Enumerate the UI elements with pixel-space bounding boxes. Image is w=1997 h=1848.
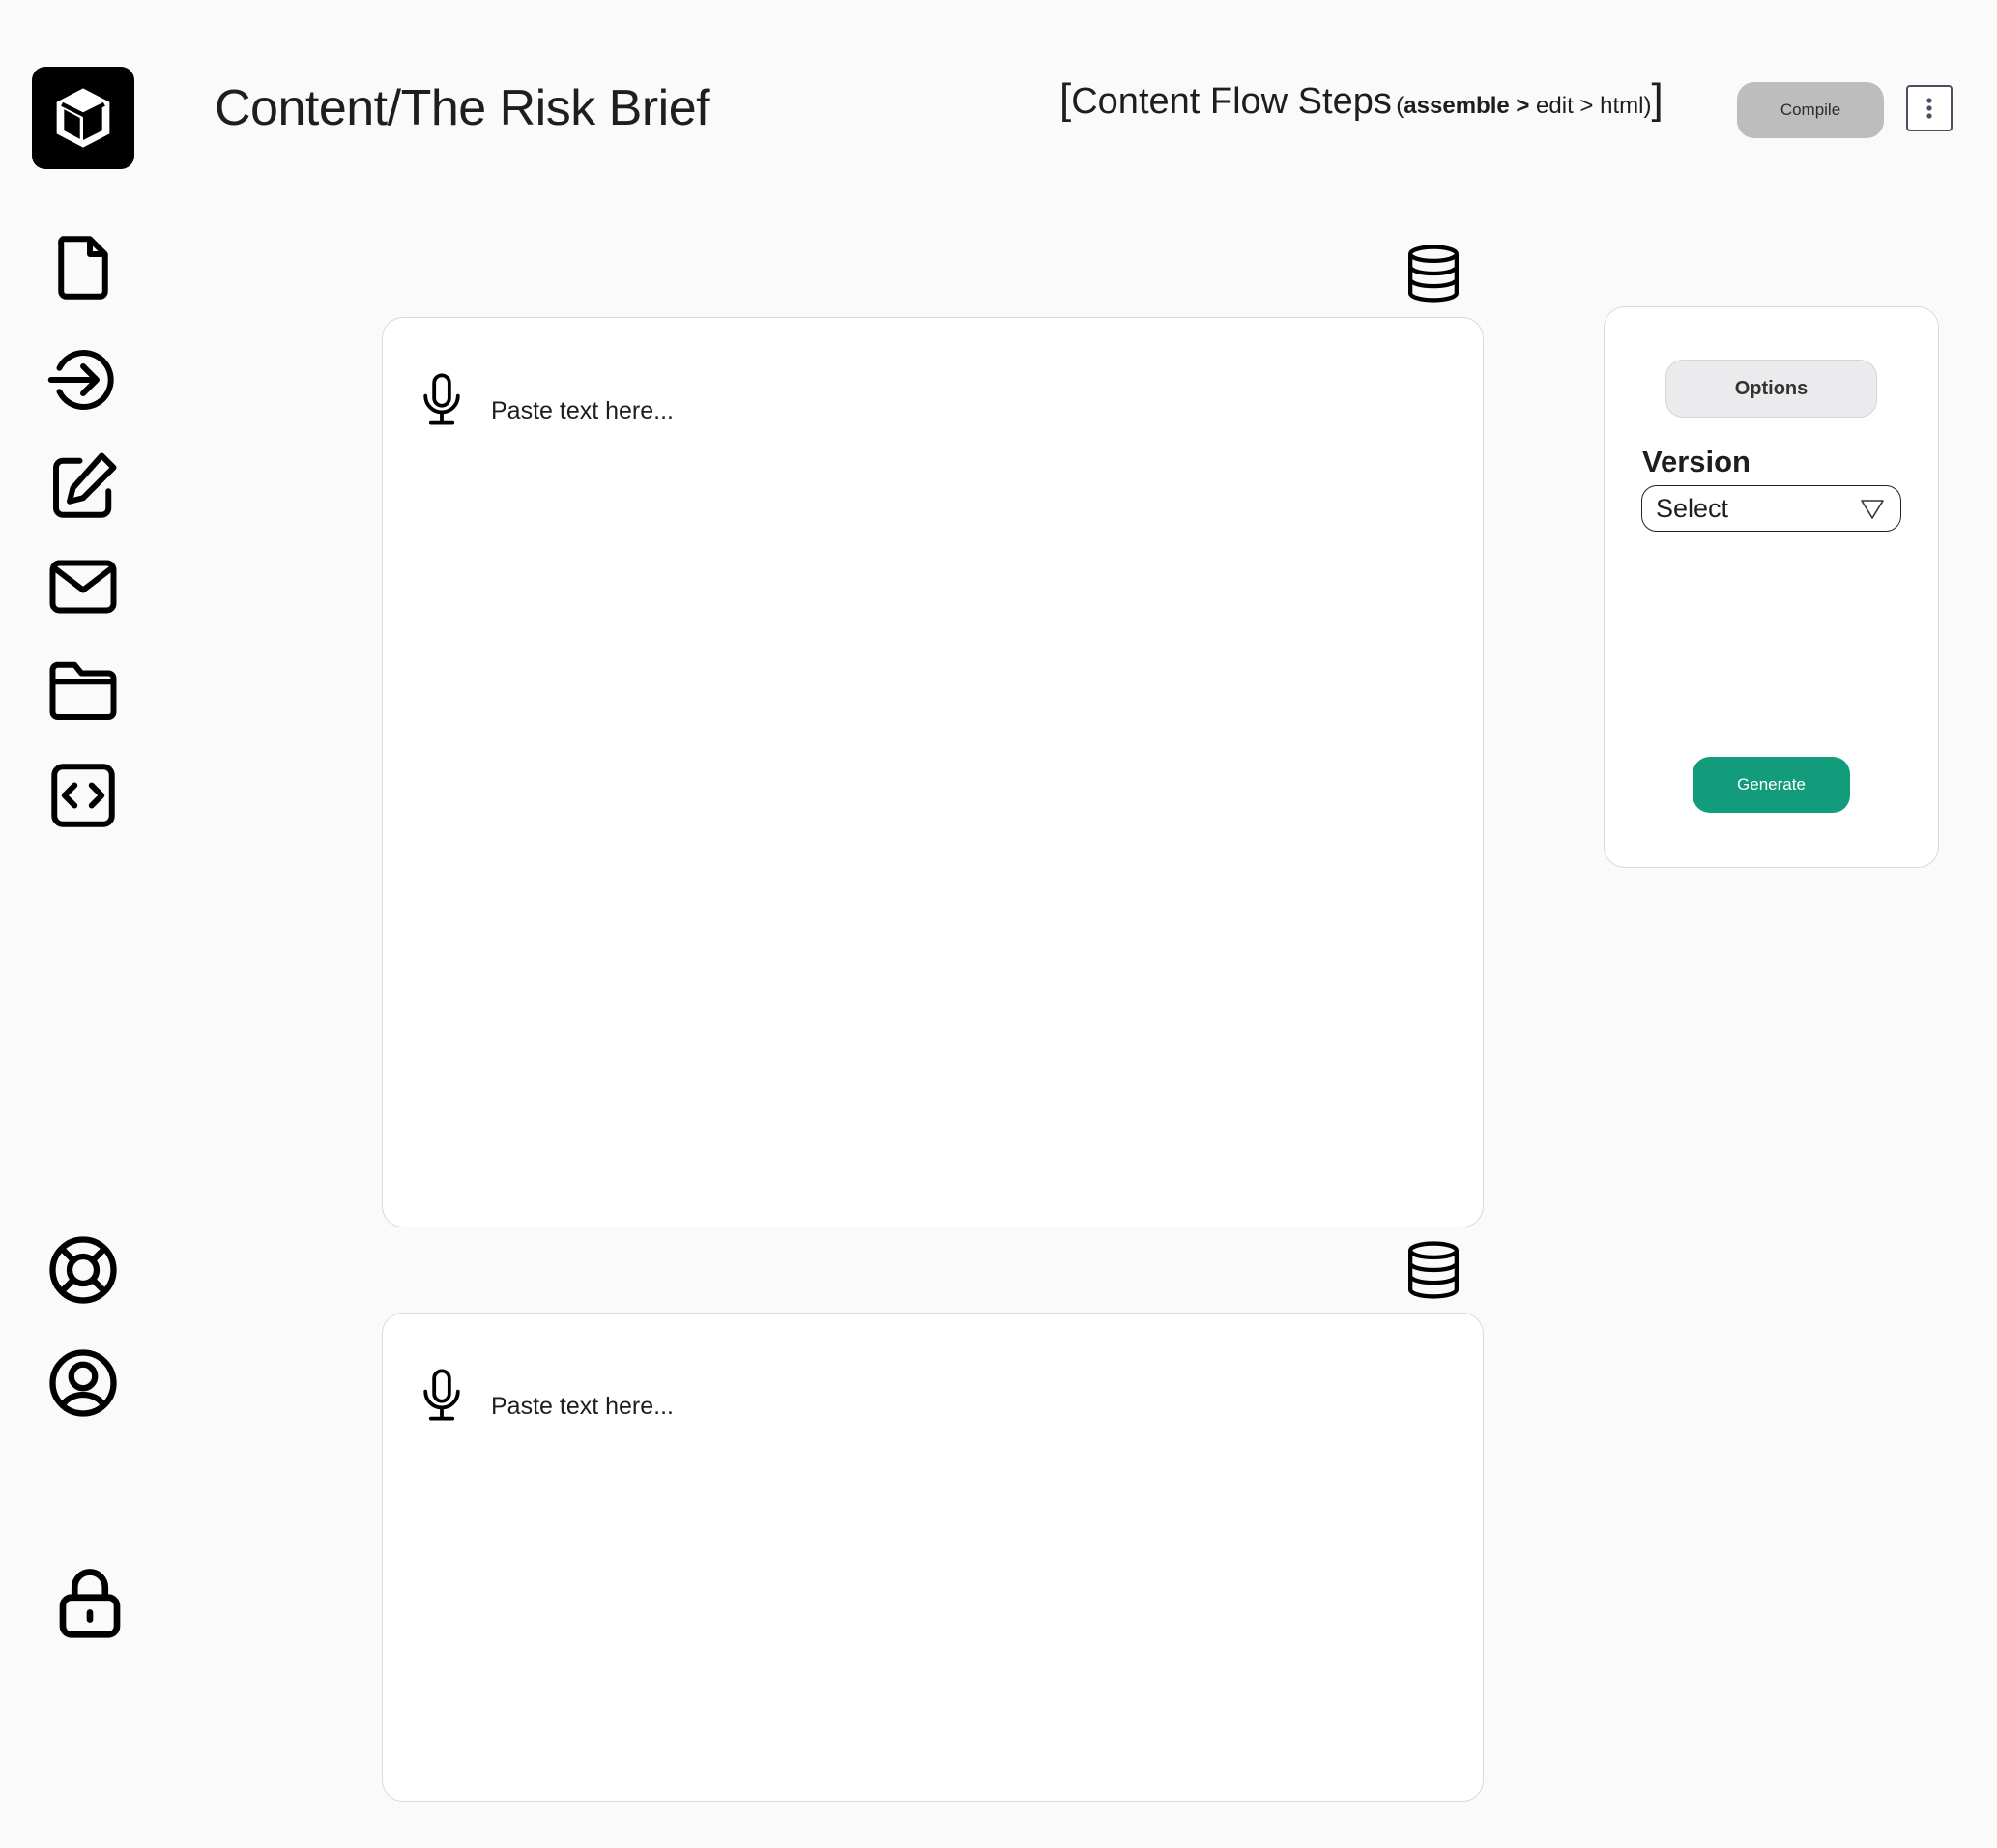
version-select-value: Select	[1656, 493, 1729, 523]
kebab-vertical-icon	[1926, 98, 1932, 119]
editor-panel-primary	[382, 317, 1484, 1227]
sidebar-item-lock[interactable]	[45, 1558, 134, 1647]
database-icon[interactable]	[1405, 1240, 1462, 1300]
options-button[interactable]: Options	[1665, 360, 1877, 418]
sidebar-item-help[interactable]	[39, 1226, 128, 1314]
lifebuoy-icon	[49, 1236, 117, 1304]
code-icon	[51, 764, 115, 827]
cube-icon	[56, 88, 110, 148]
triangle-down-icon	[1861, 500, 1884, 519]
flow-steps-rest: edit > html)	[1529, 93, 1652, 119]
version-select[interactable]: Select	[1641, 485, 1901, 532]
compile-button[interactable]: Compile	[1737, 82, 1884, 138]
sidebar-item-mail[interactable]	[39, 542, 128, 631]
flow-step-active: assemble >	[1404, 93, 1530, 119]
text-input-secondary[interactable]	[489, 1386, 1444, 1427]
editor-panel-secondary	[382, 1313, 1484, 1802]
file-icon	[58, 236, 108, 300]
arrow-right-circle-icon	[47, 350, 114, 410]
mail-icon	[49, 560, 117, 614]
edit-icon	[53, 452, 117, 518]
lock-icon	[59, 1569, 121, 1638]
generate-button[interactable]: Generate	[1693, 757, 1850, 813]
options-panel: Options Version Select Generate	[1604, 306, 1939, 868]
microphone-icon[interactable]	[420, 372, 464, 426]
microphone-icon[interactable]	[420, 1368, 464, 1422]
flow-close-bracket: ]	[1651, 75, 1664, 123]
more-menu-button[interactable]	[1906, 85, 1953, 131]
sidebar-item-profile[interactable]	[39, 1339, 128, 1428]
app-logo[interactable]	[32, 67, 134, 169]
folder-icon	[49, 661, 117, 720]
sidebar-item-file[interactable]	[39, 223, 128, 312]
version-label: Version	[1642, 445, 1751, 478]
app-root: Content/The Risk Brief [Content Flow Ste…	[0, 0, 1997, 1848]
sidebar-item-folder[interactable]	[39, 646, 128, 735]
database-icon[interactable]	[1405, 244, 1462, 303]
flow-steps-label: Content Flow Steps	[1071, 81, 1392, 122]
page-title: Content/The Risk Brief	[215, 80, 710, 136]
content-flow-steps: [Content Flow Steps (assemble > edit > h…	[1059, 75, 1664, 124]
sidebar-item-import[interactable]	[39, 335, 128, 424]
user-circle-icon	[49, 1349, 117, 1417]
sidebar-item-code[interactable]	[39, 751, 128, 840]
flow-open-bracket: [	[1059, 75, 1072, 123]
text-input-primary[interactable]	[489, 390, 1444, 431]
sidebar-item-edit[interactable]	[39, 442, 128, 531]
